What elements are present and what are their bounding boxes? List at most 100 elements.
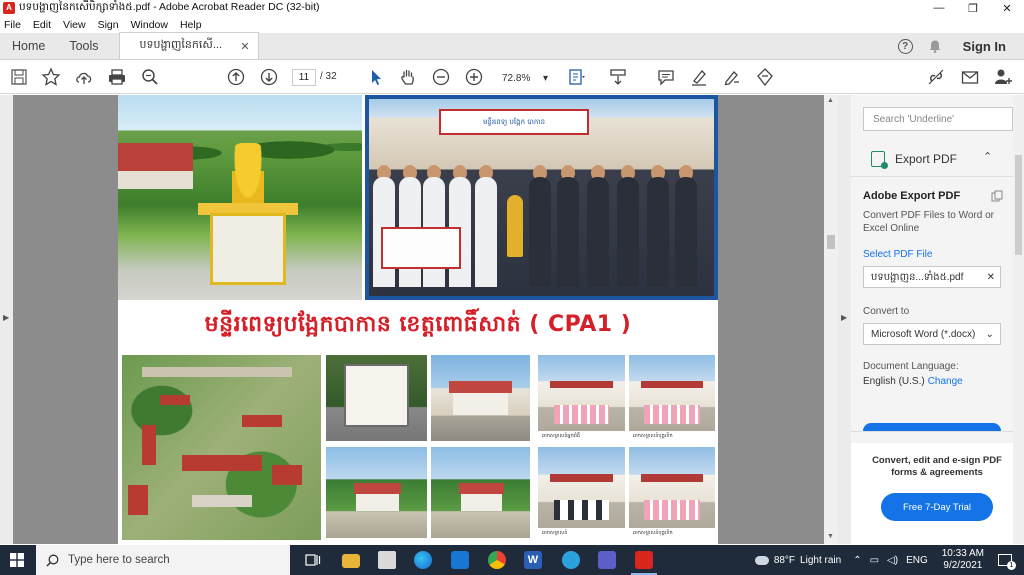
scroll-mode-icon[interactable] <box>608 67 628 87</box>
comment-icon[interactable] <box>656 67 676 87</box>
select-cursor-icon[interactable] <box>366 67 386 87</box>
export-pdf-header[interactable]: Export PDF ⌃ <box>851 141 1013 177</box>
taskbar-search-input[interactable]: Type here to search <box>36 545 290 575</box>
clear-file-icon[interactable]: ✕ <box>987 272 995 283</box>
adobe-export-title: Adobe Export PDF <box>863 190 961 202</box>
acrobat-taskbar-icon[interactable] <box>631 551 657 575</box>
change-language-link[interactable]: Change <box>928 376 963 387</box>
maximize-button[interactable]: ❐ <box>956 0 990 16</box>
windows-start-icon[interactable] <box>10 553 24 567</box>
menu-edit[interactable]: Edit <box>33 19 51 31</box>
right-pane-scroll-thumb[interactable] <box>1015 155 1022 255</box>
promo-text: Convert, edit and e-sign PDF forms & agr… <box>872 455 1002 478</box>
aerial-photo <box>122 355 321 540</box>
tab-tools[interactable]: Tools <box>57 33 110 59</box>
bookmark-star-icon[interactable] <box>41 67 61 87</box>
chrome-browser-icon[interactable] <box>488 551 506 569</box>
tab-bar: Home Tools បទបង្ហាញនៃកសើ... ✕ ? Sign In <box>0 32 1024 60</box>
chevron-down-icon: ⌄ <box>985 328 994 340</box>
notification-bell-icon[interactable] <box>929 40 941 53</box>
email-icon[interactable] <box>960 67 980 87</box>
select-pdf-file-link[interactable]: Select PDF File <box>863 249 1003 260</box>
clock[interactable]: 10:33 AM 9/2/2021 <box>942 548 984 572</box>
header-right: ? Sign In <box>897 33 1006 60</box>
convert-button[interactable] <box>863 423 1001 431</box>
upload-cloud-icon[interactable] <box>74 67 94 87</box>
tools-search-input[interactable]: Search 'Underline' <box>863 107 1013 131</box>
clock-time: 10:33 AM <box>941 548 984 559</box>
fill-sign-icon[interactable] <box>755 67 775 87</box>
caption-2: ឆាកសម្ភាសន៍បុគ្គលិក <box>629 431 715 441</box>
building-photo-1 <box>431 355 530 441</box>
expand-left-pane-icon[interactable]: ▶ <box>3 313 9 322</box>
collapse-right-pane-icon[interactable]: ▶ <box>841 313 847 322</box>
tab-home[interactable]: Home <box>0 33 57 59</box>
pane-divider <box>851 431 1013 432</box>
show-hidden-icons-icon[interactable]: ⌃ <box>853 555 861 566</box>
scroll-up-icon[interactable]: ▲ <box>827 97 834 104</box>
close-window-button[interactable]: ✕ <box>990 0 1024 16</box>
scroll-thumb[interactable] <box>827 235 835 249</box>
tab-document[interactable]: បទបង្ហាញនៃកសើ... ✕ <box>118 32 259 59</box>
menu-file[interactable]: File <box>4 19 21 31</box>
edge-browser-icon[interactable] <box>414 551 432 569</box>
right-pane-scrollbar[interactable] <box>1013 95 1024 544</box>
toolbar: 11 / 32 72.8% ▾ <box>0 61 1024 94</box>
convert-to-value: Microsoft Word (*.docx) <box>871 328 976 340</box>
share-link-icon[interactable] <box>926 67 946 87</box>
zoom-search-icon[interactable] <box>140 67 160 87</box>
scroll-down-icon[interactable]: ▼ <box>827 533 834 540</box>
store-icon[interactable] <box>378 551 396 569</box>
sign-in-button[interactable]: Sign In <box>963 39 1006 54</box>
save-icon[interactable] <box>9 67 29 87</box>
copy-icon[interactable] <box>991 190 1003 202</box>
window-controls: — ❐ ✕ <box>922 0 1024 16</box>
window-title: បទបង្ហាញនៃកសើបិក្សាទាំង៥.pdf - Adobe Acr… <box>19 0 320 13</box>
sign-pen-icon[interactable] <box>722 67 742 87</box>
close-tab-icon[interactable]: ✕ <box>240 40 249 53</box>
selected-file-field[interactable]: បទបង្ហាញន...ទាំង៥.pdf ✕ <box>863 266 1001 288</box>
notification-count: 1 <box>1007 561 1016 570</box>
convert-to-select[interactable]: Microsoft Word (*.docx) ⌄ <box>863 323 1001 345</box>
fit-page-icon[interactable] <box>566 67 586 87</box>
menu-view[interactable]: View <box>63 19 86 31</box>
help-icon[interactable]: ? <box>897 39 913 54</box>
minimize-button[interactable]: — <box>922 0 956 16</box>
taskbar-search-placeholder: Type here to search <box>68 554 170 566</box>
word-icon[interactable]: W <box>524 551 542 569</box>
chevron-up-icon[interactable]: ⌃ <box>983 150 992 163</box>
print-icon[interactable] <box>107 67 127 87</box>
mail-icon[interactable] <box>451 551 469 569</box>
task-view-icon[interactable] <box>304 551 322 569</box>
menu-window[interactable]: Window <box>131 19 168 31</box>
zoom-out-icon[interactable] <box>431 67 451 87</box>
document-scrollbar[interactable]: ▲ ▼ <box>824 95 838 544</box>
teams-icon[interactable] <box>598 551 616 569</box>
telegram-icon[interactable] <box>562 551 580 569</box>
free-trial-button[interactable]: Free 7-Day Trial <box>881 493 993 521</box>
staff-photo-4: ឆាកសម្ភាសន៍បុគ្គលិក <box>629 447 715 538</box>
previous-page-icon[interactable] <box>226 67 246 87</box>
zoom-in-icon[interactable] <box>464 67 484 87</box>
right-pane-toggle[interactable]: ▶ <box>838 95 851 544</box>
highlight-pen-icon[interactable] <box>689 67 709 87</box>
notification-center-icon[interactable]: 1 <box>998 554 1016 570</box>
page-number-input[interactable]: 11 <box>292 69 316 86</box>
taskbar: Type here to search W 88°F Light rain ⌃ … <box>0 545 1024 575</box>
menu-sign[interactable]: Sign <box>98 19 119 31</box>
clock-date: 9/2/2021 <box>943 560 983 571</box>
zoom-level-select[interactable]: 72.8% ▾ <box>500 70 550 86</box>
network-icon[interactable]: ▭ <box>870 555 879 566</box>
file-explorer-icon[interactable] <box>342 554 360 568</box>
next-page-icon[interactable] <box>259 67 279 87</box>
add-user-icon[interactable] <box>993 67 1013 87</box>
page-heading: មន្ទីរពេទ្យបង្អែកបាកាន ខេត្តពោធិ៍សាត់ ( … <box>204 312 632 337</box>
export-description: Convert PDF Files to Word or Excel Onlin… <box>863 210 994 234</box>
caption-4: ឆាកសម្ភាសន៍បុគ្គលិក <box>629 528 715 538</box>
menu-help[interactable]: Help <box>180 19 202 31</box>
left-pane-toggle[interactable]: ▶ <box>0 95 13 544</box>
input-language[interactable]: ENG <box>906 555 928 566</box>
hand-tool-icon[interactable] <box>398 67 418 87</box>
weather-widget[interactable]: 88°F Light rain <box>754 555 841 566</box>
volume-icon[interactable]: ◁) <box>887 555 898 566</box>
